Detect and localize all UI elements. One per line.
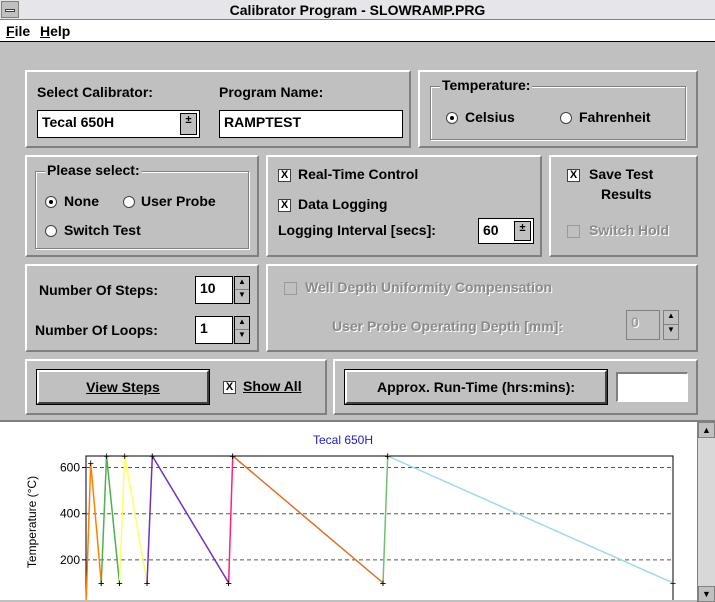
data-point-marker-1-0: + [98, 578, 104, 590]
loops-spinner[interactable]: ▲ ▼ [234, 316, 250, 344]
data-point-marker-2-0: + [116, 578, 122, 590]
show-all-checkbox[interactable]: X [223, 381, 236, 394]
data-point-marker-6-0: + [380, 578, 386, 590]
data-point-marker-3-1: + [149, 451, 155, 463]
view-steps-button[interactable]: View Steps [36, 369, 210, 405]
chart-title: Tecal 650H [313, 433, 373, 447]
approx-runtime-button[interactable]: Approx. Run-Time (hrs:mins): [344, 369, 608, 405]
y-tick-label-400: 400 [60, 507, 80, 521]
temperature-chart: Tecal 650H Temperature (°C) 600 400 200 + +… [25, 433, 676, 600]
runtime-panel: Approx. Run-Time (hrs:mins): [333, 359, 698, 415]
menu-bar: File Help [0, 20, 715, 42]
steps-spinner[interactable]: ▲ ▼ [234, 276, 250, 304]
steps-panel: Number Of Steps: 10 ▲ ▼ Number Of Loops: … [25, 264, 259, 352]
menu-help[interactable]: Help [40, 23, 70, 39]
well-depth-checkbox [284, 282, 297, 295]
y-tick-label-200: 200 [60, 553, 80, 567]
y-axis-label: Temperature (°C) [25, 476, 39, 568]
loops-label: Number Of Loops: [35, 322, 158, 338]
datalogging-checkbox[interactable]: X [278, 199, 291, 212]
celsius-label[interactable]: Celsius [465, 109, 515, 125]
program-name-label: Program Name: [219, 84, 324, 100]
data-point-marker-3-0: + [144, 578, 150, 590]
realtime-checkbox[interactable]: X [278, 169, 291, 182]
none-radio[interactable] [45, 196, 57, 208]
fahrenheit-radio[interactable] [560, 112, 572, 124]
probe-depth-label: User Probe Operating Depth [mm]: [332, 318, 564, 334]
realtime-label[interactable]: Real-Time Control [298, 166, 418, 182]
window-title: Calibrator Program - SLOWRAMP.PRG [229, 2, 486, 18]
interval-dropdown-button[interactable]: ± [514, 221, 531, 241]
runtime-output [616, 372, 688, 402]
probe-depth-spinner: ▲ ▼ [663, 310, 679, 340]
user-probe-label[interactable]: User Probe [141, 193, 216, 209]
fahrenheit-label[interactable]: Fahrenheit [579, 109, 651, 125]
temperature-panel: Temperature: Celsius Fahrenheit [418, 70, 698, 148]
data-point-marker-2-1: + [122, 451, 128, 463]
well-depth-label: Well Depth Uniformity Compensation [305, 279, 553, 295]
switch-hold-label: Switch Hold [589, 222, 670, 238]
calibrator-label: Select Calibrator: [37, 84, 153, 100]
logging-panel: X Real-Time Control X Data Logging Loggi… [266, 155, 542, 257]
vertical-scrollbar[interactable]: ▲ ▼ [697, 422, 715, 602]
save-results-label-line1[interactable]: Save Test [589, 166, 653, 182]
temperature-label: Temperature: [440, 77, 533, 93]
please-select-panel: Please select: None User Probe Switch Te… [25, 155, 259, 257]
chart-area: Tecal 650H Temperature (°C) 600 400 200 + +… [0, 420, 715, 602]
user-probe-radio[interactable] [123, 196, 135, 208]
view-steps-panel: View Steps X Show All [25, 359, 327, 415]
interval-label: Logging Interval [secs]: [278, 222, 436, 238]
save-results-label-line2[interactable]: Results [601, 186, 652, 202]
scroll-up-arrow[interactable]: ▲ [698, 422, 715, 438]
loops-input[interactable]: 1 [195, 316, 233, 344]
data-point-marker-5-0: + [230, 451, 236, 463]
calibrator-panel: Select Calibrator: Tecal 650H ± Program … [25, 70, 411, 148]
y-tick-label-600: 600 [60, 461, 80, 475]
show-all-label[interactable]: Show All [243, 378, 302, 394]
steps-label: Number Of Steps: [39, 282, 159, 298]
save-results-checkbox[interactable]: X [567, 169, 580, 182]
calibrator-select[interactable]: Tecal 650H [37, 110, 200, 138]
celsius-radio[interactable] [446, 112, 458, 124]
steps-input[interactable]: 10 [195, 276, 233, 304]
menu-file[interactable]: File [6, 23, 30, 39]
data-point-marker-4-0: + [225, 578, 231, 590]
title-bar: Calibrator Program - SLOWRAMP.PRG [0, 0, 715, 20]
data-point-marker-7-1: + [670, 578, 676, 590]
none-label[interactable]: None [64, 193, 99, 209]
probe-depth-input: 0 [626, 310, 660, 340]
data-point-marker-1-1: + [103, 451, 109, 463]
save-panel: X Save Test Results Switch Hold [549, 155, 698, 257]
switch-test-label[interactable]: Switch Test [64, 222, 141, 238]
data-point-marker-0-1: + [87, 458, 93, 470]
well-depth-panel: Well Depth Uniformity Compensation User … [266, 264, 698, 352]
switch-test-radio[interactable] [45, 225, 57, 237]
data-point-marker-7-0: + [384, 451, 390, 463]
please-select-label: Please select: [45, 162, 142, 178]
datalogging-label[interactable]: Data Logging [298, 196, 387, 212]
calibrator-dropdown-button[interactable]: ± [180, 113, 197, 135]
switch-hold-checkbox [567, 225, 580, 238]
program-name-input[interactable]: RAMPTEST [219, 110, 403, 138]
